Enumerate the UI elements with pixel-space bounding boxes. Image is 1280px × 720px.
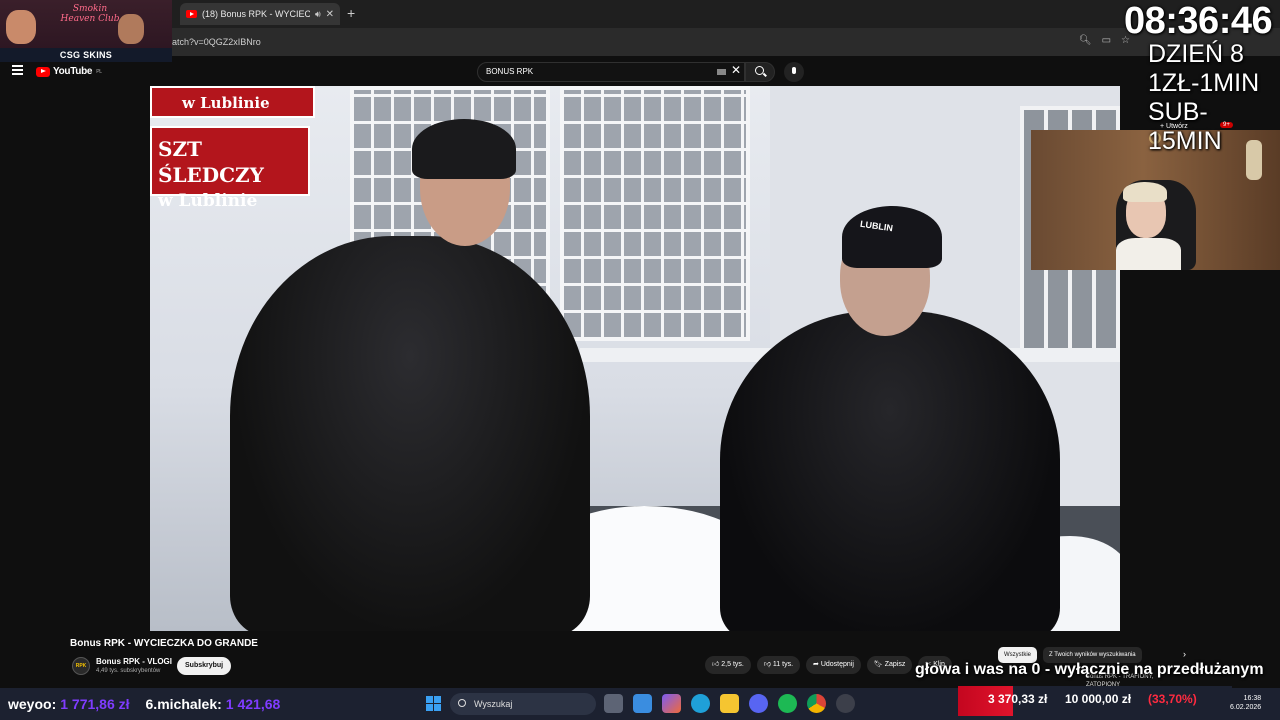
- sign-top: w Lublinie: [150, 86, 315, 118]
- chevron-right-icon[interactable]: ›: [1183, 649, 1186, 659]
- screen: (18) Bonus RPK - WYCIECZKA DO GRANDE 🔊︎ …: [0, 0, 1280, 720]
- youtube-region: PL: [96, 68, 102, 75]
- sign-main-line2: w Lublinie: [158, 191, 258, 211]
- file-explorer-icon[interactable]: [720, 694, 739, 713]
- sign-main-line1: SZT ŚLEDCZY: [158, 137, 264, 187]
- obs-icon[interactable]: [836, 694, 855, 713]
- microphone-icon[interactable]: [784, 62, 804, 82]
- stream-day: DZIEŃ 8: [1148, 40, 1244, 68]
- edge-icon[interactable]: [691, 694, 710, 713]
- like-button[interactable]: 👍︎ 2,5 tys.: [705, 656, 751, 674]
- club-title: Smokin Heaven Club: [60, 4, 120, 24]
- like-count: 2,5 tys.: [721, 661, 744, 668]
- video-title: Bonus RPK - WYCIECZKA DO GRANDE: [70, 638, 258, 649]
- stream-rate: 1ZŁ-1MIN: [1148, 69, 1260, 97]
- share-label: Udostępnij: [820, 661, 854, 668]
- video-player[interactable]: w Lublinie SZT ŚLEDCZY w Lublinie LUBLIN: [150, 86, 1120, 631]
- system-clock: 16:38 6.02.2026: [1230, 694, 1261, 712]
- search-input[interactable]: BONUS RPK: [477, 62, 745, 82]
- new-tab-button[interactable]: +: [347, 5, 355, 21]
- subscriber-count: 4,49 tys. subskrybentów: [96, 668, 161, 674]
- cast-icon[interactable]: ▭: [1102, 35, 1111, 46]
- subscribe-button[interactable]: Subskrybuj: [177, 657, 232, 675]
- person-right-hat: [842, 206, 942, 268]
- stream-ticker: głowa i was na 0 - wyłącznie na przedłuż…: [915, 661, 1264, 678]
- taskbar-search[interactable]: Wyszukaj: [450, 693, 596, 715]
- address-bar-icons: 🔍︎ ▭ ☆: [1079, 35, 1130, 46]
- share-button[interactable]: ➦ Udostępnij: [806, 656, 861, 674]
- close-tab-icon[interactable]: ✕: [326, 9, 334, 20]
- building-window: [560, 86, 750, 341]
- stream-info: DZIEŃ 8 1ZŁ-1MIN SUB-15MIN: [1148, 40, 1280, 156]
- youtube-play-icon: [36, 66, 50, 77]
- donor-amount: 1 771,86 zł: [60, 696, 130, 712]
- system-date: 6.02.2026: [1230, 704, 1262, 711]
- menu-icon[interactable]: [12, 65, 23, 75]
- taskbar-search-icon: [458, 699, 466, 707]
- person-left-hat: [412, 119, 516, 179]
- top-donors: weyoo: 1 771,86 zł 6.michalek: 1 421,68: [0, 688, 300, 720]
- task-view-icon[interactable]: [604, 694, 623, 713]
- spotify-icon[interactable]: [778, 694, 797, 713]
- windows-start-icon[interactable]: [426, 696, 441, 711]
- search-icon: [755, 66, 764, 75]
- stream-clock: 08:36:46: [1124, 0, 1273, 42]
- youtube-logo[interactable]: YouTube PL: [36, 66, 102, 77]
- club-badge: Smokin Heaven Club CSG SKINS: [0, 0, 172, 62]
- donor-name: weyoo:: [8, 696, 57, 712]
- chrome-icon[interactable]: [807, 694, 826, 713]
- browser-tab[interactable]: (18) Bonus RPK - WYCIECZKA DO GRANDE 🔊︎ …: [180, 3, 340, 25]
- store-icon[interactable]: [633, 694, 652, 713]
- copilot-icon[interactable]: [662, 694, 681, 713]
- club-figure: [6, 10, 36, 44]
- person-left: [230, 236, 590, 631]
- address-bar: atch?v=0QGZ2xIBNro 🔍︎ ▭ ☆: [0, 28, 1280, 56]
- tab-title: (18) Bonus RPK - WYCIECZKA DO GRANDE: [202, 9, 310, 19]
- dislike-button[interactable]: 👎︎ 11 tys.: [756, 656, 801, 674]
- channel-avatar[interactable]: RPK: [72, 657, 90, 675]
- youtube-logo-text: YouTube: [53, 66, 93, 77]
- dislike-count: 11 tys.: [772, 661, 794, 668]
- sign-main: SZT ŚLEDCZY w Lublinie: [150, 126, 310, 211]
- speaker-icon[interactable]: 🔊︎: [315, 9, 321, 20]
- streamer-hair: [1123, 182, 1167, 202]
- save-label: Zapisz: [884, 661, 906, 668]
- channel-name[interactable]: Bonus RPK - VLOGI: [96, 657, 172, 666]
- goal-target: 10 000,00 zł: [1065, 692, 1132, 706]
- taskbar-apps: [604, 694, 855, 713]
- person-right: [720, 311, 1060, 631]
- stream-sub-rate: SUB-15MIN: [1148, 98, 1222, 155]
- save-button[interactable]: 🔖︎ Zapisz: [866, 656, 913, 674]
- zoom-icon[interactable]: 🔍︎: [1079, 35, 1092, 46]
- youtube-header: YouTube PL BONUS RPK + Utwórz 9+: [0, 56, 1280, 130]
- discord-icon[interactable]: [749, 694, 768, 713]
- donor-amount: 1 421,68: [225, 696, 281, 712]
- goal-current: 3 370,33 zł: [988, 692, 1048, 706]
- sponsor-banner: CSG SKINS: [0, 48, 172, 62]
- system-time: 16:38: [1243, 695, 1262, 702]
- youtube-favicon-icon: [186, 10, 197, 18]
- sign-top-text: w Lublinie: [182, 94, 270, 112]
- clear-search-icon[interactable]: ✕: [731, 63, 741, 77]
- donor-name: 6.michalek:: [145, 696, 222, 712]
- goal-percent: (33,70%): [1148, 692, 1197, 706]
- streamer-body: [1116, 238, 1181, 270]
- url-field[interactable]: atch?v=0QGZ2xIBNro: [172, 37, 261, 47]
- keyboard-icon[interactable]: [717, 69, 726, 75]
- browser-tabbar: (18) Bonus RPK - WYCIECZKA DO GRANDE 🔊︎ …: [0, 0, 1280, 28]
